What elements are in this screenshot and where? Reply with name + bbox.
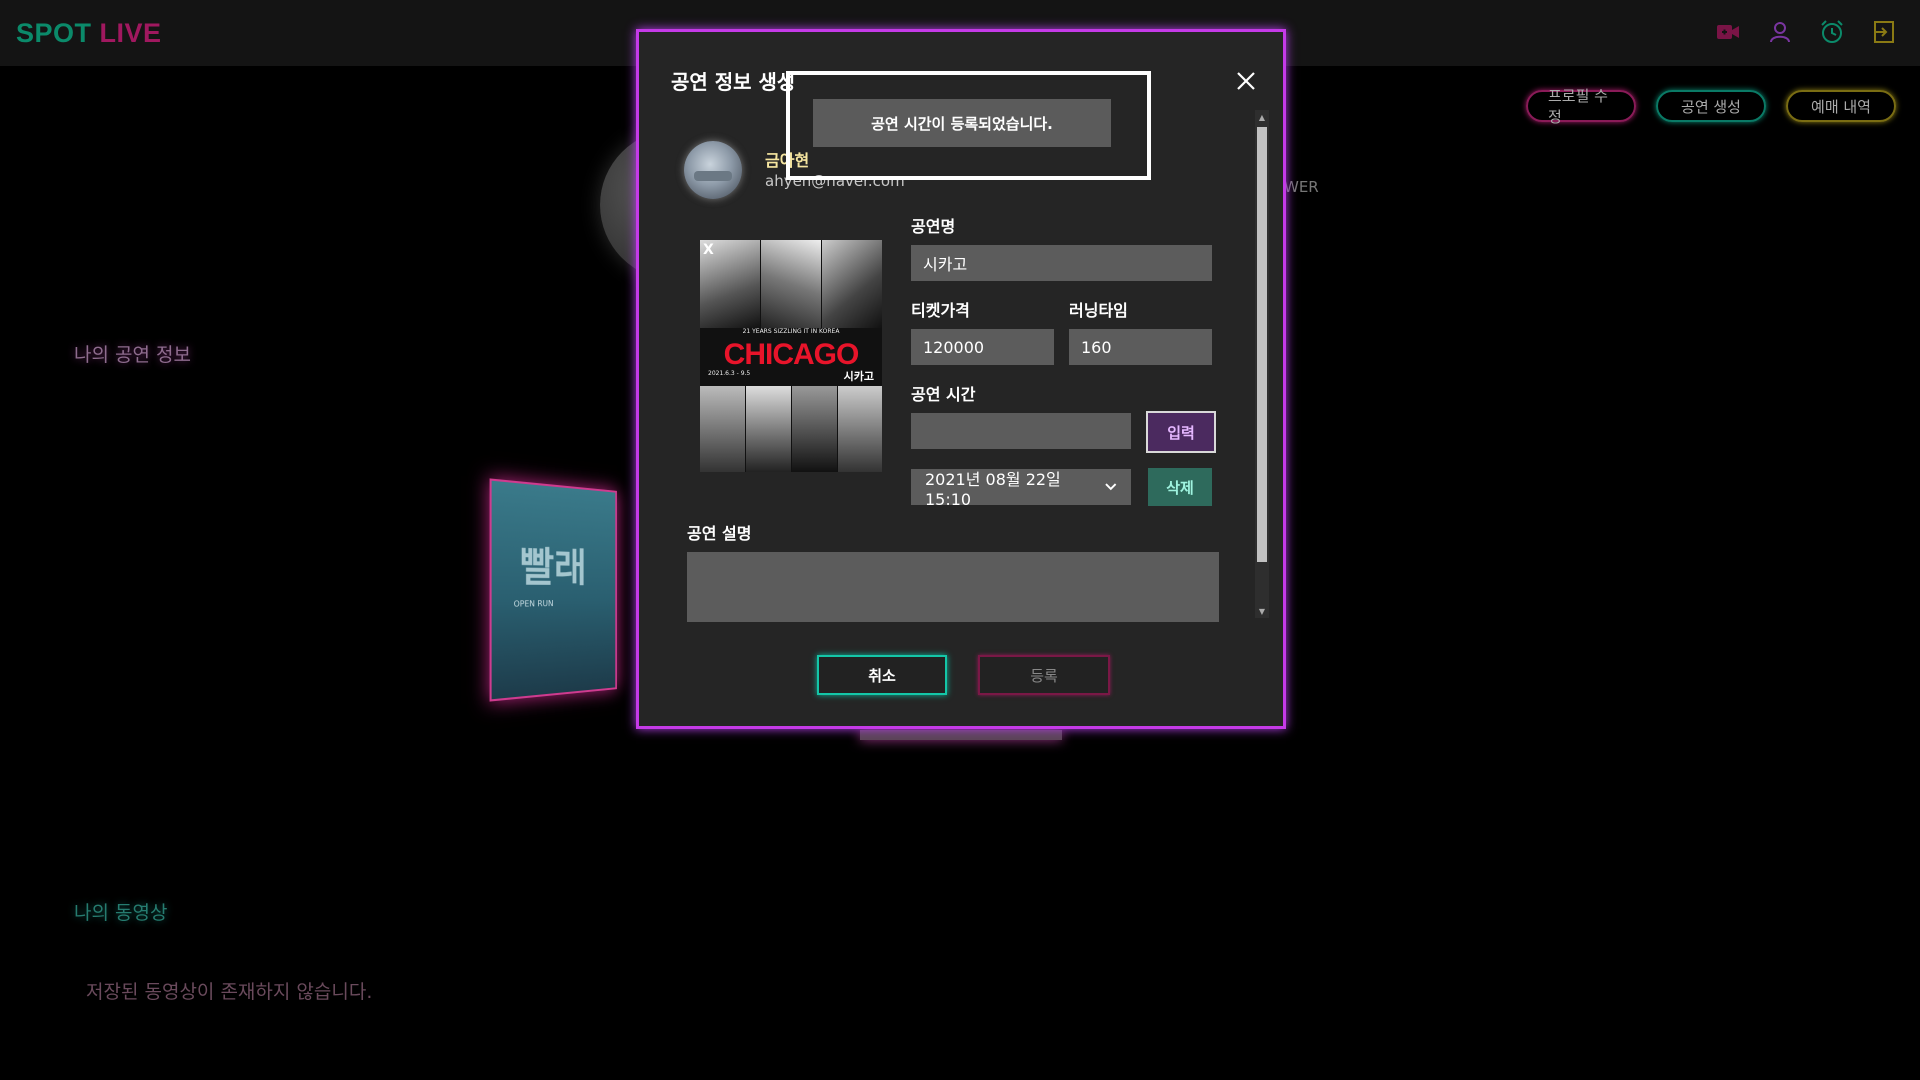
poster-subtitle: OPEN RUN: [513, 599, 554, 609]
name-input[interactable]: 시카고: [911, 245, 1212, 281]
poster-photo: [838, 386, 882, 472]
carousel-indicator: [860, 730, 1062, 740]
modal-title: 공연 정보 생성: [671, 70, 796, 94]
my-videos-title: 나의 동영상: [74, 902, 168, 924]
time-input[interactable]: [911, 413, 1131, 449]
close-icon[interactable]: [1231, 66, 1261, 96]
edit-profile-button[interactable]: 프로필 수정: [1526, 87, 1636, 126]
poster-photo: [822, 240, 882, 328]
poster-title: 빨래: [519, 543, 587, 592]
scroll-down-icon[interactable]: ▼: [1258, 608, 1266, 616]
logo-spot: SPOT: [16, 18, 92, 48]
register-button[interactable]: 등록: [978, 655, 1110, 695]
runtime-input[interactable]: 160: [1069, 329, 1212, 365]
add-time-button[interactable]: 입력: [1146, 411, 1216, 453]
alarm-icon[interactable]: [1818, 18, 1846, 46]
remove-poster-button[interactable]: X: [703, 242, 721, 260]
poster-photo: [792, 386, 837, 472]
scrollbar-thumb[interactable]: [1257, 127, 1267, 562]
price-label: 티켓가격: [911, 301, 970, 320]
description-input[interactable]: [687, 552, 1219, 622]
chevron-down-icon: [1105, 483, 1117, 491]
runtime-label: 러닝타임: [1069, 301, 1128, 320]
poster-photo: [746, 386, 791, 472]
time-label: 공연 시간: [911, 385, 976, 404]
no-videos-message: 저장된 동영상이 존재하지 않습니다.: [86, 981, 373, 1003]
logo-live: LIVE: [99, 18, 162, 48]
delete-time-button[interactable]: 삭제: [1148, 468, 1212, 506]
app-logo[interactable]: SPOT LIVE: [16, 18, 162, 49]
poster-dates: 2021.6.3 - 9.5: [708, 370, 751, 377]
time-select-value: 2021년 08월 22일 15:10: [925, 469, 1061, 509]
header-icons: [1714, 18, 1898, 46]
logout-icon[interactable]: [1870, 18, 1898, 46]
description-label: 공연 설명: [687, 524, 752, 543]
toast-message: 공연 시간이 등록되었습니다.: [813, 99, 1111, 147]
poster-brand: CHICAGO: [723, 338, 860, 371]
poster-korean-title: 시카고: [843, 370, 874, 383]
profile-actions: 프로필 수정 공연 생성 예매 내역: [1526, 87, 1896, 126]
name-label: 공연명: [911, 217, 956, 236]
performance-poster-card[interactable]: 빨래 OPEN RUN: [489, 478, 617, 702]
time-select[interactable]: 2021년 08월 22일 15:10: [911, 469, 1131, 509]
user-avatar: [684, 141, 742, 199]
my-performance-title: 나의 공연 정보: [74, 344, 191, 366]
poster-photo: [700, 386, 745, 472]
cancel-button[interactable]: 취소: [817, 655, 947, 695]
poster-photo: [761, 240, 821, 328]
video-icon[interactable]: [1714, 18, 1742, 46]
create-performance-button[interactable]: 공연 생성: [1656, 90, 1766, 122]
poster-tagline: 21 YEARS SIZZLING IT IN KOREA: [742, 328, 840, 335]
reservations-button[interactable]: 예매 내역: [1786, 90, 1896, 122]
user-icon[interactable]: [1766, 18, 1794, 46]
page: SPOT LIVE 프로필 수정 공연 생성 예매 내역 WER 나의 공연 정…: [0, 0, 1920, 1080]
create-performance-modal: 공연 정보 생성 ▲ ▼ 금아현 ahyen@naver.com X 21 YE…: [636, 29, 1286, 729]
poster-preview: X 21 YEARS SIZZLING IT IN KOREA CHICAGO …: [700, 240, 882, 472]
scroll-up-icon[interactable]: ▲: [1258, 114, 1266, 122]
price-input[interactable]: 120000: [911, 329, 1054, 365]
viewer-label: WER: [1284, 178, 1319, 196]
